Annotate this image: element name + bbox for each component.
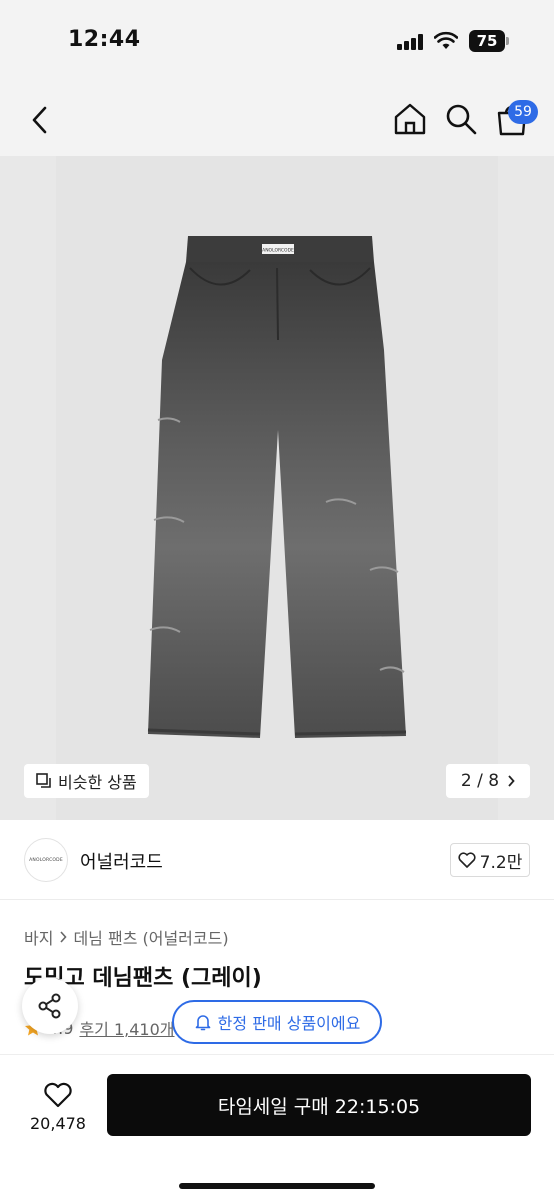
status-bar: 12:44 75 bbox=[0, 0, 554, 84]
brand-name[interactable]: 어널러코드 bbox=[80, 848, 163, 874]
back-button[interactable] bbox=[26, 104, 54, 136]
brand-logo[interactable]: ANOLORCODE bbox=[24, 838, 68, 882]
bottom-action-bar: 20,478 타임세일 구매 22:15:05 bbox=[0, 1054, 554, 1200]
battery-indicator: 75 bbox=[469, 30, 505, 52]
home-icon[interactable] bbox=[393, 102, 427, 136]
chevron-right-icon bbox=[60, 931, 68, 943]
wishlist-count: 20,478 bbox=[30, 1113, 86, 1133]
bell-icon bbox=[195, 1015, 210, 1031]
image-page-indicator[interactable]: 2 / 8 bbox=[446, 764, 530, 798]
status-time: 12:44 bbox=[68, 27, 141, 52]
home-indicator bbox=[179, 1183, 375, 1189]
app-header bbox=[0, 84, 554, 156]
battery-tip bbox=[506, 37, 509, 45]
brand-row[interactable]: ANOLORCODE 어널러코드 7.2만 bbox=[0, 820, 554, 900]
chevron-right-icon bbox=[508, 775, 515, 787]
brand-like-count: 7.2만 bbox=[479, 852, 523, 873]
share-icon bbox=[38, 993, 61, 1019]
similar-items-icon bbox=[36, 773, 51, 788]
heart-icon bbox=[44, 1082, 72, 1107]
limited-sale-text: 한정 판매 상품이에요 bbox=[217, 1014, 361, 1033]
breadcrumb: 바지 데님 팬츠 (어널러코드) bbox=[24, 925, 229, 949]
cellular-signal-icon bbox=[397, 34, 425, 50]
page-indicator-text: 2 / 8 bbox=[460, 771, 500, 791]
wifi-icon bbox=[434, 31, 458, 49]
back-arrow-icon bbox=[32, 106, 47, 134]
brand-like-button[interactable]: 7.2만 bbox=[450, 843, 530, 877]
breadcrumb-item[interactable]: 데님 팬츠 (어널러코드) bbox=[73, 925, 228, 949]
product-gallery[interactable]: ANOLORCODE 비슷한 상품 2 / 8 bbox=[0, 156, 554, 820]
buy-button[interactable]: 타임세일 구매 22:15:05 bbox=[107, 1074, 531, 1136]
wishlist-button[interactable]: 20,478 bbox=[18, 1077, 98, 1137]
share-button[interactable] bbox=[22, 978, 78, 1034]
breadcrumb-item[interactable]: 바지 bbox=[24, 925, 53, 949]
heart-icon bbox=[458, 852, 476, 868]
jeans-product-image: ANOLORCODE bbox=[147, 236, 407, 738]
cart-count-badge: 59 bbox=[508, 100, 538, 124]
search-icon[interactable] bbox=[444, 102, 478, 136]
similar-products-button[interactable]: 비슷한 상품 bbox=[24, 764, 149, 798]
similar-products-label: 비슷한 상품 bbox=[58, 773, 137, 792]
limited-sale-toast: 한정 판매 상품이에요 bbox=[172, 1000, 382, 1044]
jeans-label-text: ANOLORCODE bbox=[262, 248, 294, 254]
review-link[interactable]: 후기 1,410개 bbox=[79, 1016, 174, 1040]
